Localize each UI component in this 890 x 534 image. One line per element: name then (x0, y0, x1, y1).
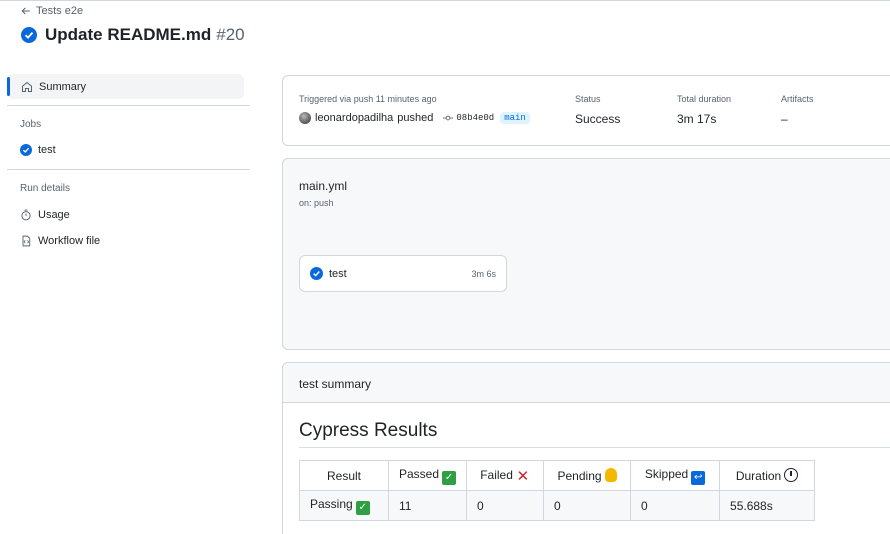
run-number: #20 (216, 25, 245, 44)
sidebar-item-label: Workflow file (38, 235, 101, 247)
summary-title: test summary (299, 377, 372, 391)
table-cell: 11 (387, 490, 468, 521)
run-info-card: Triggered via push 11 minutes ago leonar… (282, 75, 890, 146)
duration-value: 3m 17s (677, 112, 717, 126)
job-name: test (329, 267, 347, 280)
sidebar-item-usage[interactable]: Usage (20, 209, 70, 221)
commit-sha: 08b4e0d (456, 113, 495, 123)
sidebar-divider (7, 169, 250, 170)
results-table: Result Passed ✓ Failed ✕ Pending Skipped ↩ … (299, 460, 816, 521)
branch-badge[interactable]: main (500, 112, 530, 124)
back-link[interactable]: Tests e2e (21, 5, 83, 17)
table-header: Duration (719, 460, 816, 491)
cross-mark-icon: ✕ (516, 467, 530, 485)
page-title: Update README.md (45, 25, 212, 44)
duration-label: Total duration (677, 94, 732, 104)
home-icon (21, 81, 33, 92)
sidebar-item-summary[interactable]: Summary (7, 74, 244, 99)
file-code-icon (22, 235, 31, 247)
table-header: Pending (543, 460, 632, 491)
workflow-file-name: main.yml (299, 179, 348, 193)
arrow-left-icon (21, 7, 30, 15)
sidebar-item-label: Usage (38, 209, 70, 221)
status-label: Status (575, 94, 601, 104)
check-circle-icon (20, 144, 32, 156)
table-header: Skipped ↩ (630, 460, 721, 491)
check-mark-icon: ✓ (355, 500, 370, 515)
heading-rule (299, 447, 890, 448)
artifacts-label: Artifacts (781, 94, 814, 104)
trigger-action: pushed (397, 112, 434, 124)
table-header: Failed ✕ (466, 460, 545, 491)
table-cell: 0 (466, 490, 545, 521)
workflow-graph-card: main.yml on: push test 3m 6s (282, 158, 890, 350)
page-title-row: Update README.md #20 (21, 25, 245, 45)
table-cell: 55.688s (719, 490, 816, 521)
hand-icon (604, 468, 617, 482)
table-header-row: Result Passed ✓ Failed ✕ Pending Skipped ↩ … (299, 460, 816, 491)
stopwatch-icon (21, 209, 31, 221)
jobs-heading: Jobs (20, 119, 42, 130)
workflow-trigger: on: push (299, 198, 334, 208)
avatar (299, 112, 311, 124)
summary-header: test summary (283, 363, 890, 403)
check-circle-icon (310, 267, 323, 280)
artifacts-value: – (781, 112, 788, 126)
table-cell: 0 (630, 490, 721, 521)
back-link-label: Tests e2e (36, 5, 84, 17)
clock-icon (784, 468, 799, 482)
run-details-heading: Run details (20, 183, 71, 194)
cypress-results-title: Cypress Results (299, 420, 438, 441)
commit-link[interactable]: 08b4e0d (443, 113, 494, 123)
job-summary-card: test summary Cypress Results Result Pass… (282, 362, 890, 534)
git-commit-icon (443, 115, 454, 121)
table-cell: 0 (543, 490, 632, 521)
table-header: Passed ✓ (387, 460, 468, 491)
sidebar-divider (7, 105, 250, 106)
status-value: Success (575, 112, 621, 126)
trigger-line: leonardopadilha pushed 08b4e0d main (299, 112, 530, 124)
check-mark-icon: ✓ (442, 470, 457, 485)
table-header: Result (299, 460, 389, 491)
check-circle-icon (21, 27, 37, 43)
top-border (0, 0, 890, 1)
table-row: Passing ✓ 11 0 0 0 55.688s (299, 490, 816, 521)
table-cell: Passing ✓ (299, 490, 389, 521)
sidebar-item-test[interactable]: test (20, 144, 56, 156)
sidebar-item-label: Summary (39, 80, 87, 93)
trigger-user[interactable]: leonardopadilha (315, 112, 393, 124)
job-duration: 3m 6s (471, 268, 496, 279)
sidebar-item-workflow-file[interactable]: Workflow file (20, 235, 100, 247)
return-arrow-icon: ↩ (691, 470, 706, 485)
trigger-label: Triggered via push 11 minutes ago (299, 94, 437, 104)
sidebar-item-label: test (38, 144, 56, 156)
job-node-test[interactable]: test 3m 6s (299, 255, 507, 292)
